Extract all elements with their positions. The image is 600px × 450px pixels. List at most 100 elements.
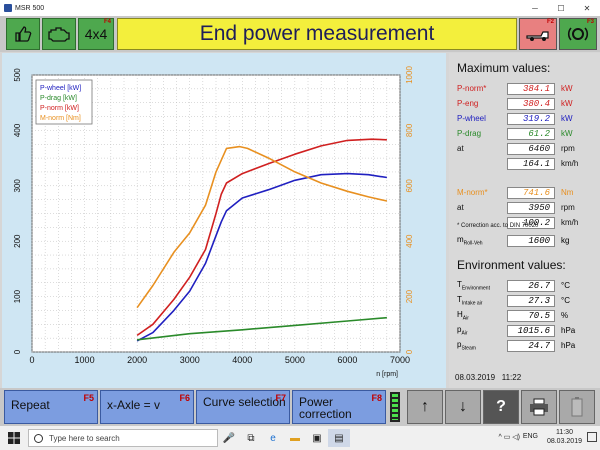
f6-key-label: F6 xyxy=(179,393,190,403)
environment-value[interactable]: 26.7 xyxy=(507,279,555,292)
close-button[interactable]: ✕ xyxy=(574,0,600,16)
environment-value[interactable]: 27.3 xyxy=(507,294,555,307)
max-value-field[interactable]: 319.2 xyxy=(507,112,555,125)
environment-value[interactable]: 70.5 xyxy=(507,309,555,322)
msr-app-taskbar-icon[interactable]: ▤ xyxy=(328,429,350,447)
max-value-row: at 6460 rpm xyxy=(457,142,597,155)
engine-icon xyxy=(48,27,70,42)
environment-value[interactable]: 1015.6 xyxy=(507,324,555,337)
scroll-down-button[interactable]: ↓ xyxy=(445,390,481,424)
scroll-up-button[interactable]: ↑ xyxy=(407,390,443,424)
brake-icon xyxy=(567,27,589,41)
max-value-unit: rpm xyxy=(561,203,575,212)
environment-unit: °C xyxy=(561,296,570,305)
f7-key-label: F7 xyxy=(275,393,286,403)
brake-button[interactable]: F3 xyxy=(559,18,597,50)
app-icon xyxy=(4,4,12,12)
max-value-field[interactable]: 164.1 xyxy=(507,157,555,170)
y-right-tick-label: 800 xyxy=(405,123,414,137)
4x4-button[interactable]: 4x4 F4 xyxy=(78,18,114,50)
curve-selection-button[interactable]: Curve selection F7 xyxy=(196,390,290,424)
max-value-field[interactable]: 384.1 xyxy=(507,82,555,95)
status-date: 08.03.2019 xyxy=(455,373,496,382)
vehicle-load-button[interactable]: F2 xyxy=(519,18,557,50)
thumbs-up-button[interactable] xyxy=(6,18,40,50)
legend-entry: M-norm [Nm] xyxy=(40,115,81,122)
environment-row: HAir 70.5% xyxy=(457,309,597,322)
top-toolbar: 4x4 F4 End power measurement F2 F3 xyxy=(0,16,600,52)
edge-browser-icon[interactable]: e xyxy=(262,429,284,447)
help-icon: ? xyxy=(496,398,506,415)
store-icon[interactable]: ▣ xyxy=(306,429,328,447)
max-value-label: P-norm* xyxy=(457,84,487,93)
taskbar-time: 11:30 xyxy=(555,429,573,436)
max-value-row: P-eng 380.4 kW xyxy=(457,97,597,110)
mass-unit: kg xyxy=(561,236,570,245)
y-left-tick-label: 400 xyxy=(13,123,22,137)
mass-sub: Roll-Veh xyxy=(463,240,483,247)
language-indicator[interactable]: ENG xyxy=(523,433,538,440)
level-indicator-bars xyxy=(392,394,398,420)
environment-row: TEnvironment 26.7 °C xyxy=(457,279,597,292)
vehicle-load-icon xyxy=(526,31,549,41)
x-axle-button[interactable]: x-Axle = v F6 xyxy=(100,390,194,424)
battery-button[interactable] xyxy=(559,390,595,424)
max-value-unit: Nm xyxy=(561,188,574,197)
environment-label: pSteam xyxy=(457,339,476,352)
max-value-unit: km/h xyxy=(561,159,579,168)
file-explorer-icon[interactable]: ▬ xyxy=(284,429,306,447)
environment-value[interactable]: 24.7 xyxy=(507,339,555,352)
minimize-button[interactable]: ─ xyxy=(522,0,548,16)
maximize-button[interactable]: ☐ xyxy=(548,0,574,16)
max-value-row: P-wheel 319.2 kW xyxy=(457,112,597,125)
mass-value[interactable]: 1600 xyxy=(507,234,555,247)
environment-unit: °C xyxy=(561,281,570,290)
power-correction-button[interactable]: Power correction F8 xyxy=(292,390,386,424)
taskbar-date: 08.03.2019 xyxy=(546,438,582,445)
environment-row: pSteam 24.7 hPa xyxy=(457,339,597,352)
y-right-tick-label: 1000 xyxy=(405,66,414,84)
environment-unit: hPa xyxy=(561,341,576,350)
x-tick-label: 0 xyxy=(29,355,34,365)
print-button[interactable] xyxy=(521,390,557,424)
max-value-field[interactable]: 6460 xyxy=(507,142,555,155)
max-value-unit: kW xyxy=(561,114,573,123)
system-tray-icons[interactable]: ^ ▭ ◁) xyxy=(498,433,520,441)
windows-taskbar: Type here to search 🎤 ⧉ e ▬ ▣ ▤ ^ ▭ ◁) E… xyxy=(0,426,600,450)
window-titlebar: MSR 500 ─ ☐ ✕ xyxy=(0,0,600,16)
engine-button[interactable] xyxy=(42,18,76,50)
environment-label: pAir xyxy=(457,324,468,337)
arrow-down-icon: ↓ xyxy=(459,398,467,415)
search-icon xyxy=(34,434,43,443)
max-value-field[interactable]: 3950 xyxy=(507,201,555,214)
help-button[interactable]: ? xyxy=(483,390,519,424)
max-value-row: P-norm* 384.1 kW xyxy=(457,82,597,95)
max-value-field[interactable]: 61.2 xyxy=(507,127,555,140)
x-tick-label: 6000 xyxy=(337,355,357,365)
repeat-label: Repeat xyxy=(11,398,50,412)
environment-label: TEnvironment xyxy=(457,279,490,292)
taskbar-clock[interactable]: 11:30 08.03.2019 xyxy=(547,428,582,446)
task-view-icon[interactable]: ⧉ xyxy=(240,429,262,447)
din-note: * Correction acc. to DIN 70020 xyxy=(457,223,539,229)
windows-start-icon[interactable] xyxy=(8,432,20,444)
x-tick-label: 3000 xyxy=(180,355,200,365)
f3-key-label: F3 xyxy=(586,19,594,25)
environment-row: pAir 1015.6 hPa xyxy=(457,324,597,337)
max-value-row: M-norm* 741.6 Nm xyxy=(457,186,597,199)
max-value-field[interactable]: 741.6 xyxy=(507,186,555,199)
status-time: 11:22 xyxy=(501,373,522,382)
microphone-icon[interactable]: 🎤 xyxy=(218,429,240,447)
taskbar-search-input[interactable]: Type here to search xyxy=(28,429,218,447)
x-tick-label: 2000 xyxy=(127,355,147,365)
y-left-tick-label: 500 xyxy=(13,68,22,82)
notification-icon[interactable] xyxy=(587,432,597,442)
f8-key-label: F8 xyxy=(371,393,382,403)
status-datetime: 08.03.2019 11:22 xyxy=(455,373,521,382)
repeat-button[interactable]: Repeat F5 xyxy=(4,390,98,424)
battery-icon xyxy=(571,397,583,417)
environment-unit: % xyxy=(561,311,569,320)
legend-entry: P-norm [kW] xyxy=(40,105,79,112)
max-value-label: at xyxy=(457,203,464,212)
max-value-field[interactable]: 380.4 xyxy=(507,97,555,110)
